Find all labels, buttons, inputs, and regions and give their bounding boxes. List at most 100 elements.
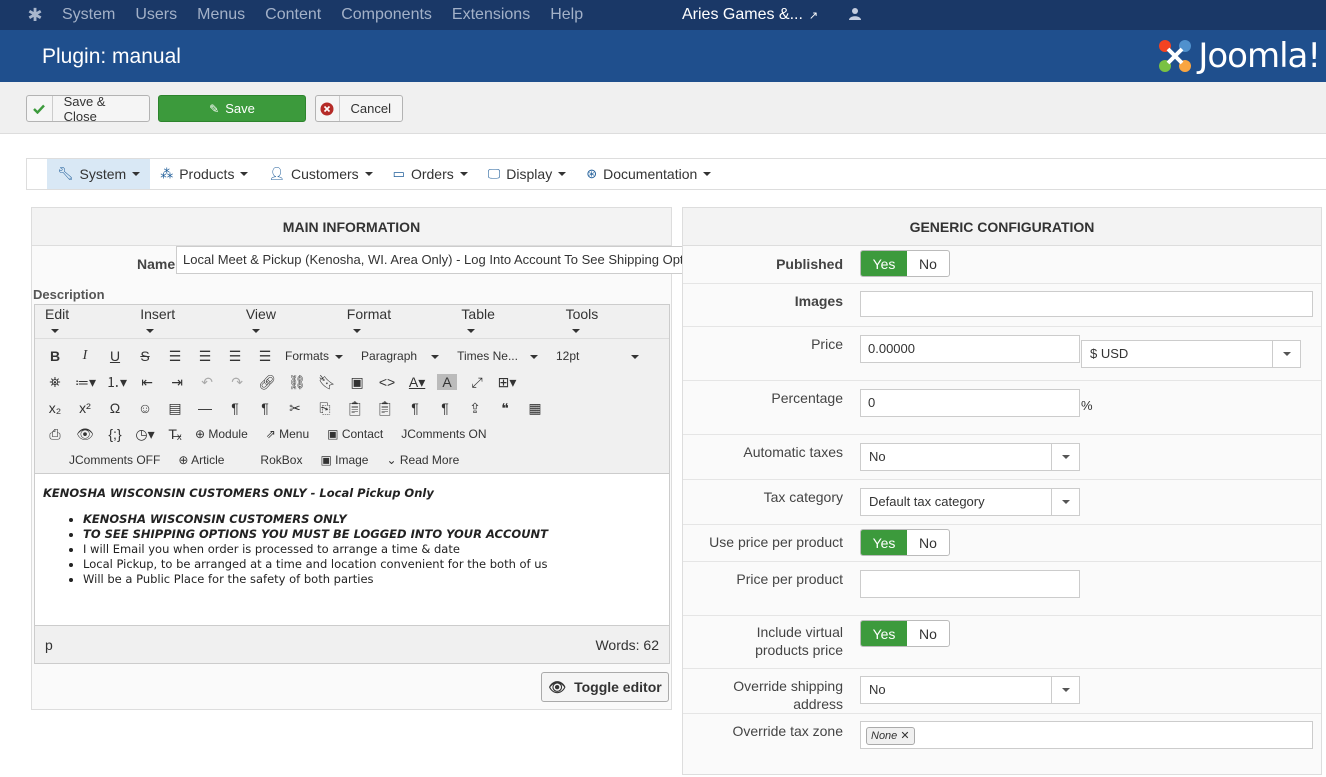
horizontal-rule-icon[interactable]: — xyxy=(195,400,215,416)
module-button[interactable]: ⊕ Module xyxy=(195,427,248,441)
editor-menu-edit[interactable]: Edit xyxy=(45,306,120,338)
indent-icon[interactable]: ⇥ xyxy=(167,374,187,391)
save-button[interactable]: ✎ Save xyxy=(158,95,306,122)
nav-display[interactable]: 🖵︎ Display xyxy=(478,159,576,189)
editor-menu-format[interactable]: Format xyxy=(347,306,442,338)
editor-menu-tools[interactable]: Tools xyxy=(566,306,649,338)
images-input[interactable] xyxy=(860,291,1313,317)
align-center-icon[interactable]: ☰ xyxy=(195,348,215,365)
override-tax-zone-input[interactable]: None ✕ xyxy=(860,721,1313,749)
background-color-icon[interactable]: A xyxy=(437,374,458,390)
use-price-per-product-no[interactable]: No xyxy=(907,530,949,555)
joomla-menu-icon[interactable]: ✱ xyxy=(18,0,52,30)
visual-chars-icon[interactable]: ¶ xyxy=(405,400,425,416)
upload-icon[interactable]: ⇪ xyxy=(465,400,485,417)
top-menu-extensions[interactable]: Extensions xyxy=(452,6,530,24)
editor-menu-insert[interactable]: Insert xyxy=(140,306,226,338)
strikethrough-icon[interactable]: S xyxy=(135,348,155,364)
image-icon[interactable]: ▣ xyxy=(347,374,367,391)
code-icon[interactable]: <> xyxy=(377,374,397,390)
nav-system[interactable]: 🔧︎ System xyxy=(47,159,151,189)
automatic-taxes-select[interactable]: No xyxy=(860,443,1080,471)
editor-menu-table[interactable]: Table xyxy=(461,306,545,338)
top-menu-system[interactable]: System xyxy=(62,6,115,24)
rokbox-button[interactable]: RokBox xyxy=(260,453,302,467)
numbered-list-icon[interactable]: ⒈▾ xyxy=(106,372,127,392)
special-char-icon[interactable]: Ω xyxy=(105,400,125,416)
price-per-product-input[interactable] xyxy=(860,570,1080,598)
blockquote-icon[interactable]: ❝ xyxy=(495,400,515,417)
site-name-link[interactable]: Aries Games &... xyxy=(682,6,803,24)
element-path[interactable]: p xyxy=(45,637,53,653)
top-menu-help[interactable]: Help xyxy=(550,6,583,24)
formats-dropdown[interactable]: Formats xyxy=(285,349,344,363)
top-menu-components[interactable]: Components xyxy=(341,6,432,24)
include-virtual-no[interactable]: No xyxy=(907,621,949,646)
bookmark-icon[interactable]: 🔖︎ xyxy=(317,374,337,391)
align-justify-icon[interactable]: ☰ xyxy=(255,348,275,365)
top-menu-menus[interactable]: Menus xyxy=(197,6,245,24)
copy-icon[interactable]: ⎘ xyxy=(315,400,335,417)
paste-text-icon[interactable]: 📋︎ xyxy=(375,400,395,417)
redo-icon[interactable]: ↷ xyxy=(227,374,247,391)
link-icon[interactable]: 🔗︎ xyxy=(257,374,277,391)
published-yes[interactable]: Yes xyxy=(861,251,907,276)
published-toggle[interactable]: Yes No xyxy=(860,250,950,277)
bullet-list-icon[interactable]: ≔▾ xyxy=(75,374,96,391)
emoticon-icon[interactable]: ☺ xyxy=(135,400,155,416)
name-input[interactable]: Local Meet & Pickup (Kenosha, WI. Area O… xyxy=(176,246,684,274)
bold-icon[interactable]: B xyxy=(45,348,65,364)
jcomments-on-button[interactable]: JComments ON xyxy=(401,427,486,441)
editor-menu-view[interactable]: View xyxy=(246,306,327,338)
article-button[interactable]: ⊕ Article xyxy=(178,453,224,467)
table-icon[interactable]: ⊞▾ xyxy=(497,374,517,391)
template-icon[interactable]: ▦ xyxy=(525,400,545,417)
published-no[interactable]: No xyxy=(907,251,949,276)
toggle-editor-button[interactable]: 👁︎ Toggle editor xyxy=(541,672,669,702)
ltr-icon[interactable]: ¶ xyxy=(225,400,245,416)
binoculars-icon[interactable]: ⛯ xyxy=(45,374,65,391)
outdent-icon[interactable]: ⇤ xyxy=(137,374,157,391)
clear-formatting-icon[interactable]: T̶ₓ xyxy=(165,426,185,442)
preview-icon[interactable]: 👁︎ xyxy=(75,426,95,443)
use-price-per-product-toggle[interactable]: Yes No xyxy=(860,529,950,556)
rtl-icon[interactable]: ¶ xyxy=(255,400,275,416)
external-link-icon[interactable]: ↗ xyxy=(809,9,818,22)
include-virtual-yes[interactable]: Yes xyxy=(861,621,907,646)
close-icon[interactable]: ✕ xyxy=(900,730,909,742)
currency-select[interactable]: $ USD xyxy=(1081,340,1301,368)
read-more-button[interactable]: ⌄ Read More xyxy=(386,453,459,467)
tax-zone-chip[interactable]: None ✕ xyxy=(866,727,915,745)
cancel-button[interactable]: Cancel xyxy=(315,95,403,122)
override-shipping-select[interactable]: No xyxy=(860,676,1080,704)
datetime-icon[interactable]: ◷▾ xyxy=(135,426,155,443)
nav-products[interactable]: ⁂ Products xyxy=(150,159,258,189)
fullscreen-icon[interactable]: ⤢ xyxy=(467,374,487,391)
subscript-icon[interactable]: x₂ xyxy=(45,400,65,416)
undo-icon[interactable]: ↶ xyxy=(197,374,217,391)
text-color-icon[interactable]: A▾ xyxy=(407,374,427,391)
font-size-dropdown[interactable]: 12pt xyxy=(556,349,640,363)
underline-icon[interactable]: U xyxy=(105,348,125,364)
media-icon[interactable]: ▤ xyxy=(165,400,185,417)
unlink-icon[interactable]: ⛓ xyxy=(287,374,307,391)
image-button[interactable]: ▣ Image xyxy=(320,453,368,467)
nav-customers[interactable]: 👤︎ Customers xyxy=(258,159,382,189)
contact-button[interactable]: ▣ Contact xyxy=(327,427,383,441)
print-icon[interactable]: ⎙ xyxy=(45,426,65,443)
menu-button[interactable]: ⇗ Menu xyxy=(266,427,309,441)
code-sample-icon[interactable]: {;} xyxy=(105,426,125,442)
jcomments-off-button[interactable]: JComments OFF xyxy=(69,453,160,467)
tax-category-select[interactable]: Default tax category xyxy=(860,488,1080,516)
top-menu-content[interactable]: Content xyxy=(265,6,321,24)
top-menu-users[interactable]: Users xyxy=(135,6,177,24)
percentage-input[interactable]: 0 xyxy=(860,389,1080,417)
include-virtual-toggle[interactable]: Yes No xyxy=(860,620,950,647)
font-family-dropdown[interactable]: Times Ne... xyxy=(457,349,538,363)
cut-icon[interactable]: ✂ xyxy=(285,400,305,417)
editor-content-area[interactable]: KENOSHA WISCONSIN CUSTOMERS ONLY - Local… xyxy=(35,473,669,625)
user-icon[interactable] xyxy=(848,7,862,24)
align-left-icon[interactable]: ☰ xyxy=(165,348,185,365)
nav-orders[interactable]: ▭ Orders xyxy=(383,159,478,189)
nav-documentation[interactable]: ⊛ Documentation xyxy=(576,159,721,189)
